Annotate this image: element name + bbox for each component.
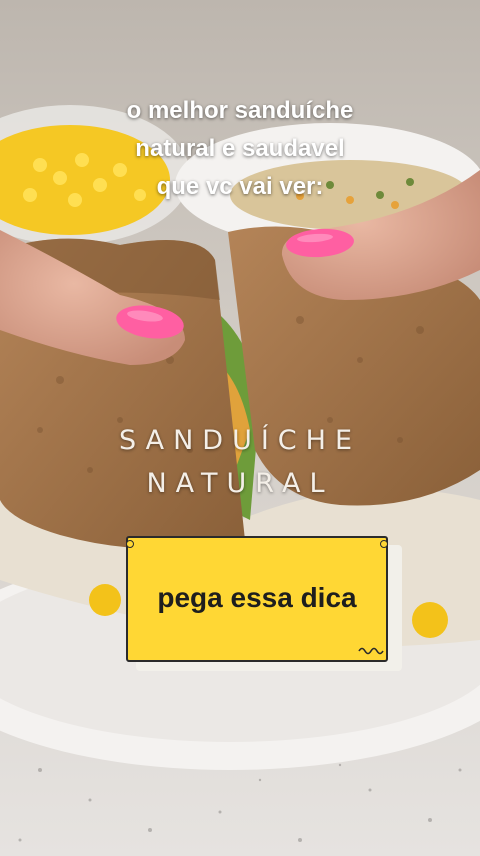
caption-line-3: que vc vai ver: (156, 173, 324, 200)
squiggle-icon (358, 647, 384, 655)
sticky-note: pega essa dica (126, 536, 388, 662)
sticky-note-text: pega essa dica (157, 582, 357, 613)
caption-line-2: natural e saudavel (135, 135, 345, 162)
title-line-2: NATURAL (146, 468, 334, 499)
video-caption: o melhor sanduíche natural e saudavel qu… (0, 92, 480, 206)
title-line-1: SANDUÍCHE (118, 425, 362, 456)
caption-line-1: o melhor sanduíche (126, 97, 354, 124)
pin-icon (126, 540, 134, 548)
pin-icon (380, 540, 388, 548)
